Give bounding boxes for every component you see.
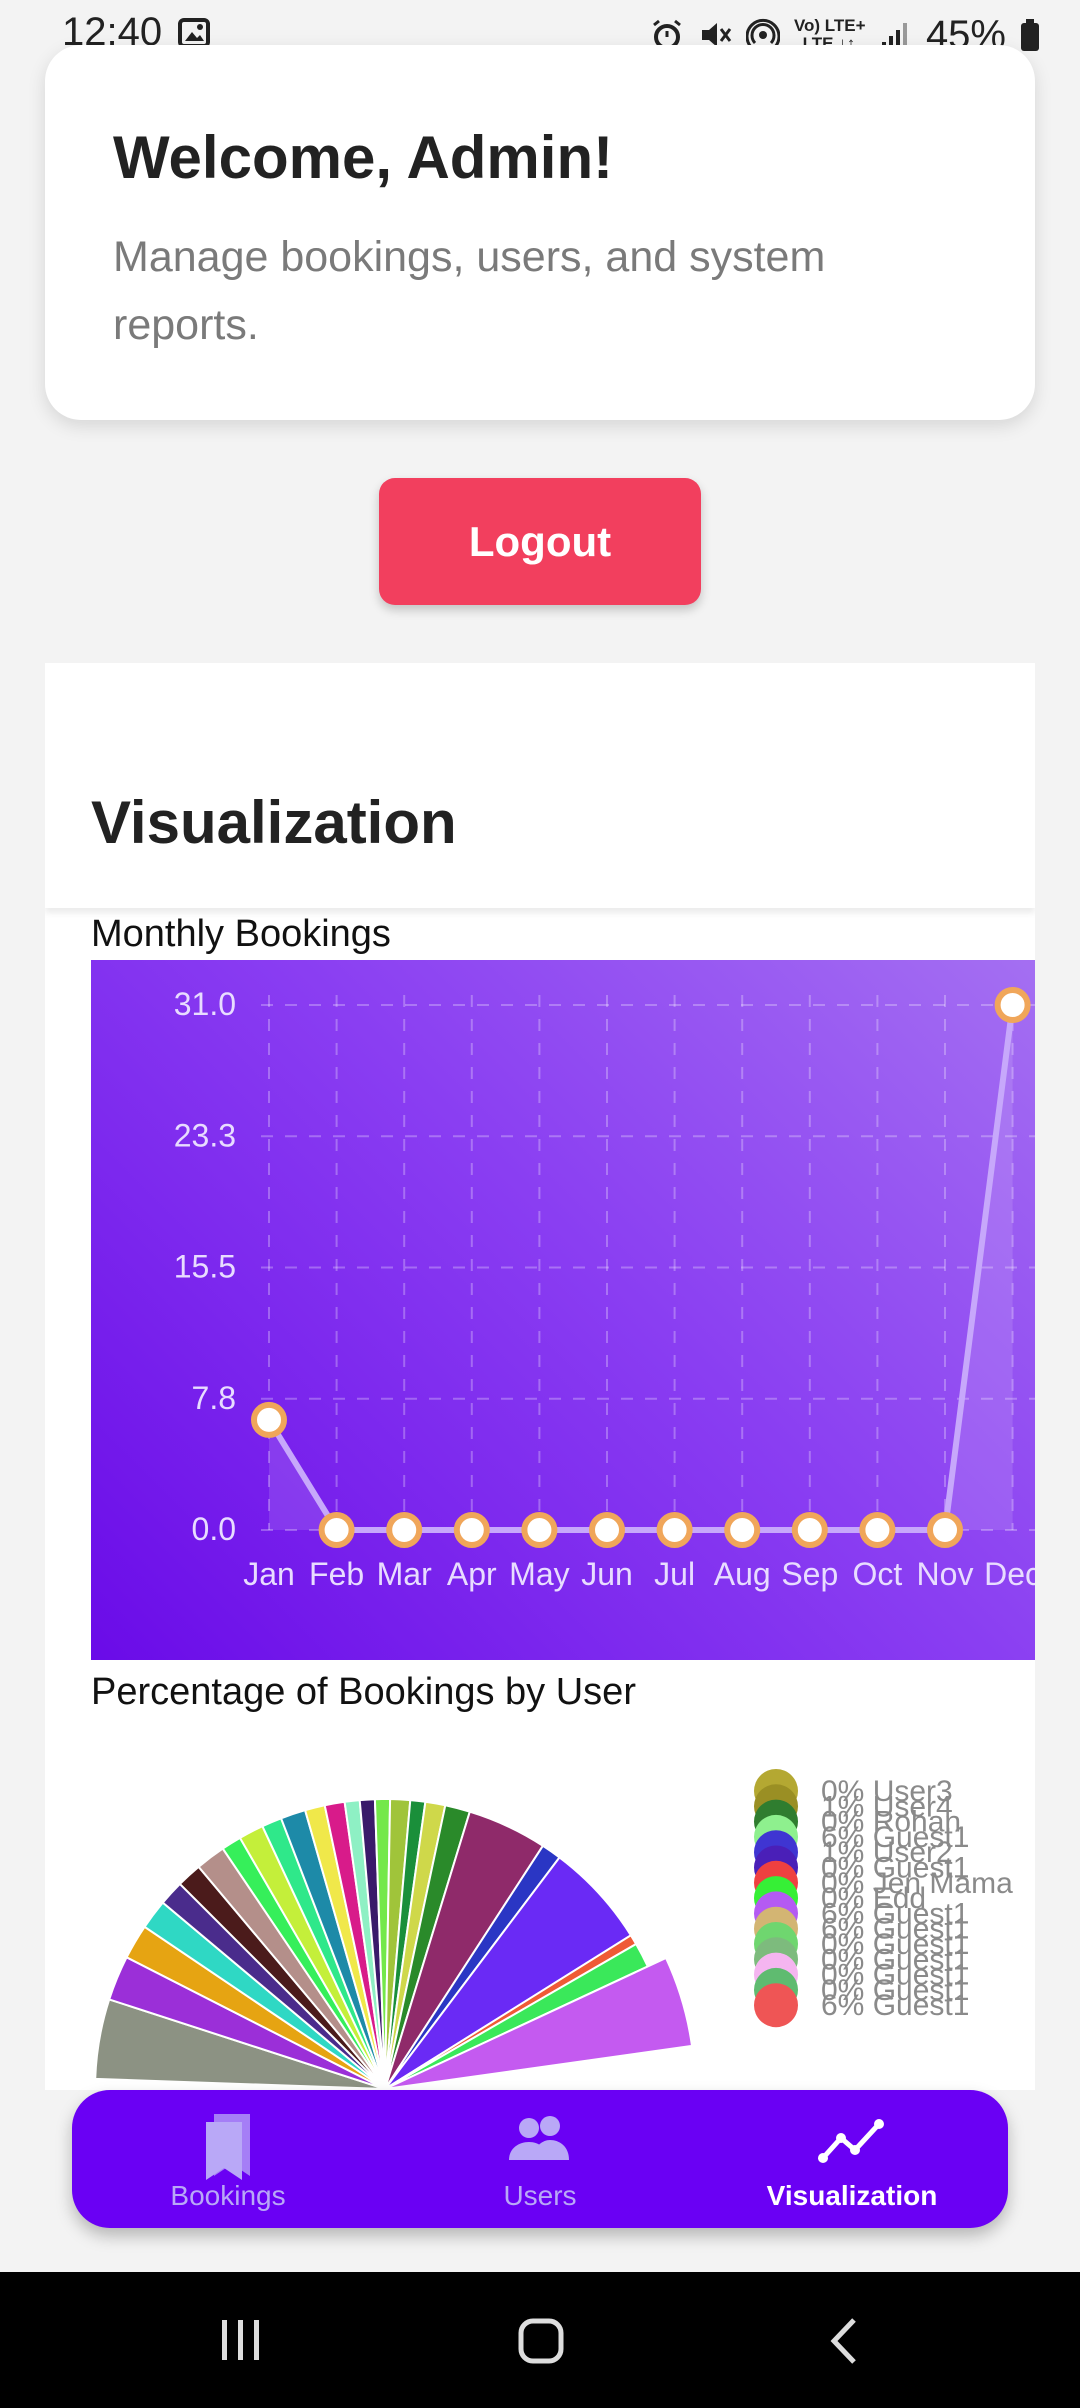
x-tick-label: Nov [917, 1556, 974, 1592]
line-area-fill [269, 1005, 1013, 1530]
x-tick-label: Aug [714, 1556, 771, 1592]
legend-swatch [754, 1983, 798, 2028]
nav-label-visualization: Visualization [766, 2180, 938, 2211]
bookmarks-icon [206, 2114, 250, 2180]
line-chart-icon [818, 2119, 884, 2163]
data-point[interactable] [521, 1512, 558, 1548]
data-point[interactable] [791, 1512, 828, 1548]
data-point[interactable] [251, 1401, 287, 1438]
image-notification-icon [178, 18, 210, 48]
legend-label: 6% Guest1 [821, 1989, 969, 2022]
y-tick-label: 31.0 [174, 986, 236, 1022]
user-bookings-chart: 0% User3 1% User4 0% Rohan 6% Guest1 1% User… [91, 1723, 1035, 2090]
x-tick-label: Jan [243, 1556, 295, 1592]
y-tick-label: 7.8 [192, 1380, 236, 1416]
y-tick-label: 23.3 [174, 1117, 236, 1153]
monthly-bookings-svg: 31.0 23.3 15.5 7.8 0.0Jan Feb Mar Apr May Jun Jul A… [174, 986, 1035, 1592]
monthly-bookings-chart: 31.0 23.3 15.5 7.8 0.0 Jan Feb Mar Apr May Jun Jul A… [91, 960, 1035, 1660]
visualization-panel[interactable]: Visualization Monthly Bookings 31.0 23.3 1… [45, 663, 1035, 2090]
nav-item-bookings[interactable]: Bookings [72, 2090, 384, 2228]
user-bookings-title: Percentage of Bookings by User [91, 1671, 636, 1713]
data-point[interactable] [318, 1512, 355, 1548]
x-tick-label: Jun [581, 1556, 633, 1592]
monthly-bookings-title: Monthly Bookings [91, 913, 391, 955]
x-tick-label: Dec [984, 1556, 1035, 1592]
data-point[interactable] [453, 1512, 490, 1548]
users-icon [509, 2116, 569, 2160]
x-tick-label: Apr [447, 1556, 497, 1592]
x-tick-label: Sep [781, 1556, 838, 1592]
data-point[interactable] [994, 987, 1031, 1023]
x-tick-label: May [509, 1556, 569, 1592]
data-point[interactable] [656, 1512, 693, 1548]
nav-label-users: Users [503, 2180, 577, 2211]
welcome-card: Welcome, Admin! Manage bookings, users, … [45, 45, 1035, 420]
welcome-subtitle: Manage bookings, users, and system repor… [113, 233, 826, 349]
back-icon[interactable] [826, 2316, 862, 2366]
x-tick-label: Mar [377, 1556, 432, 1592]
x-tick-label: Feb [309, 1556, 364, 1592]
system-navigation-bar [0, 2272, 1080, 2408]
user-bookings-svg: 0% User31% User40% Rohan6% Guest11% User… [94, 1769, 1013, 2090]
y-tick-label: 0.0 [192, 1511, 236, 1547]
y-tick-label: 15.5 [174, 1249, 236, 1285]
x-tick-label: Jul [654, 1556, 695, 1592]
x-tick-label: Oct [853, 1556, 903, 1592]
nav-item-visualization[interactable]: Visualization [696, 2090, 1008, 2228]
data-point[interactable] [859, 1512, 896, 1548]
bottom-navigation: Bookings Users Visualization [72, 2090, 1008, 2228]
data-point[interactable] [589, 1512, 625, 1548]
home-icon[interactable] [516, 2316, 566, 2366]
nav-label-bookings: Bookings [170, 2180, 286, 2211]
data-point[interactable] [386, 1512, 423, 1548]
battery-icon [1021, 19, 1039, 51]
welcome-title: Welcome, Admin! [113, 124, 614, 191]
data-point[interactable] [724, 1512, 761, 1548]
nav-item-users[interactable]: Users [384, 2090, 696, 2228]
logout-button[interactable]: Logout [379, 478, 701, 605]
recent-apps-icon[interactable] [218, 2318, 264, 2362]
visualization-title: Visualization [91, 789, 457, 856]
data-point[interactable] [927, 1512, 963, 1548]
visualization-header: Visualization [45, 663, 1035, 908]
series-line [266, 1004, 1016, 1533]
